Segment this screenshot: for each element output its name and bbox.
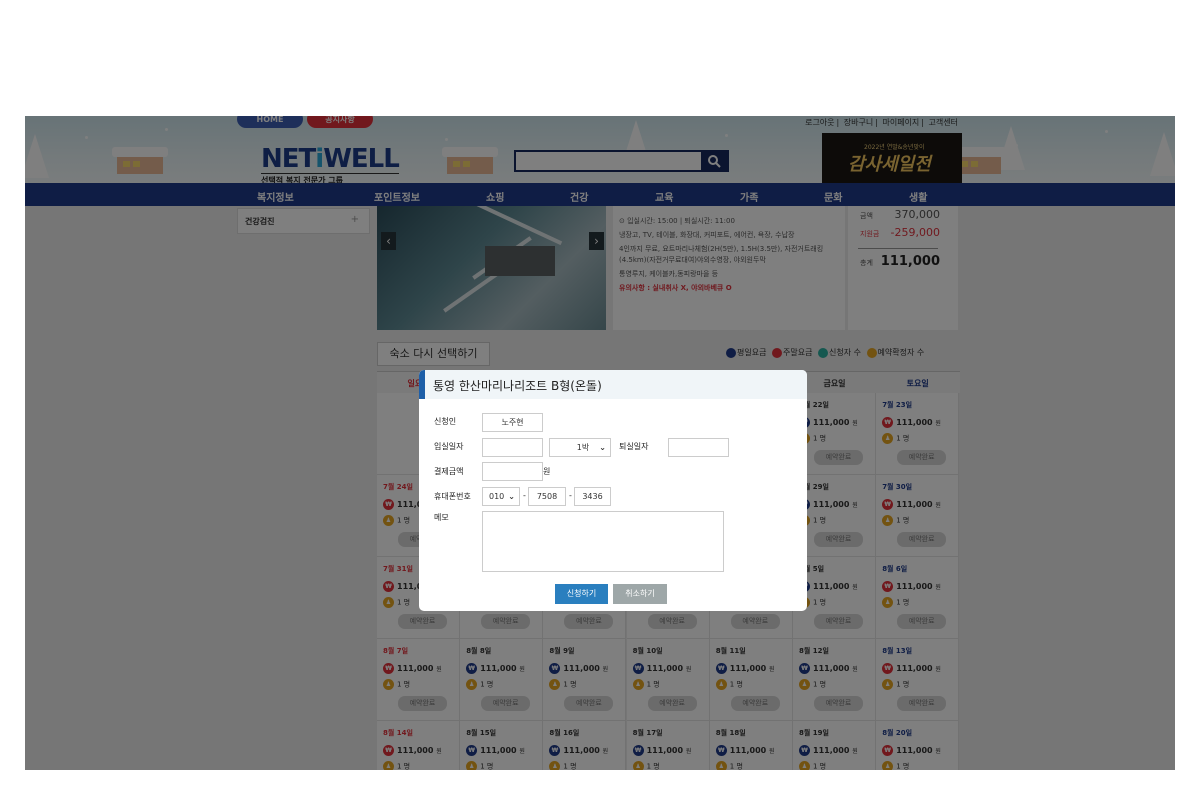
chevron-down-icon: ⌄ [508,492,515,501]
phone-dash: - [523,491,526,500]
apply-button[interactable]: 신청하기 [555,584,608,604]
phone-prefix-select[interactable]: 010 ⌄ [482,487,520,506]
memo-label: 메모 [434,513,449,522]
cancel-button[interactable]: 취소하기 [613,584,667,604]
amount-label: 결제금액 [434,467,464,476]
phone-label: 휴대폰번호 [434,492,471,501]
booking-modal: 통영 한산마리나리조트 B형(온돌) 신청인 노주현 입실일자 1박 ⌄ 퇴실일자… [419,370,807,611]
phone-last-field[interactable]: 3436 [574,487,611,506]
nights-select[interactable]: 1박 ⌄ [549,438,611,457]
amount-field[interactable] [482,462,543,481]
applicant-label: 신청인 [434,417,457,426]
site: HOME 공지사항 로그아웃| 장바구니| 마이페이지| 고객센터 NETiWE… [25,116,1175,770]
nights-value: 1박 [576,443,590,452]
chevron-down-icon: ⌄ [599,443,606,452]
phone-middle-field[interactable]: 7508 [528,487,566,506]
phone-prefix-value: 010 [489,492,505,501]
applicant-field[interactable]: 노주현 [482,413,543,432]
amount-unit: 원 [543,467,551,476]
checkin-label: 입실일자 [434,442,464,451]
phone-dash: - [569,491,572,500]
memo-textarea[interactable] [482,511,724,572]
modal-title: 통영 한산마리나리조트 B형(온돌) [433,379,602,393]
checkout-label: 퇴실일자 [619,442,649,451]
checkin-date-field[interactable] [482,438,543,457]
modal-header: 통영 한산마리나리조트 B형(온돌) [419,370,807,399]
checkout-date-field[interactable] [668,438,729,457]
